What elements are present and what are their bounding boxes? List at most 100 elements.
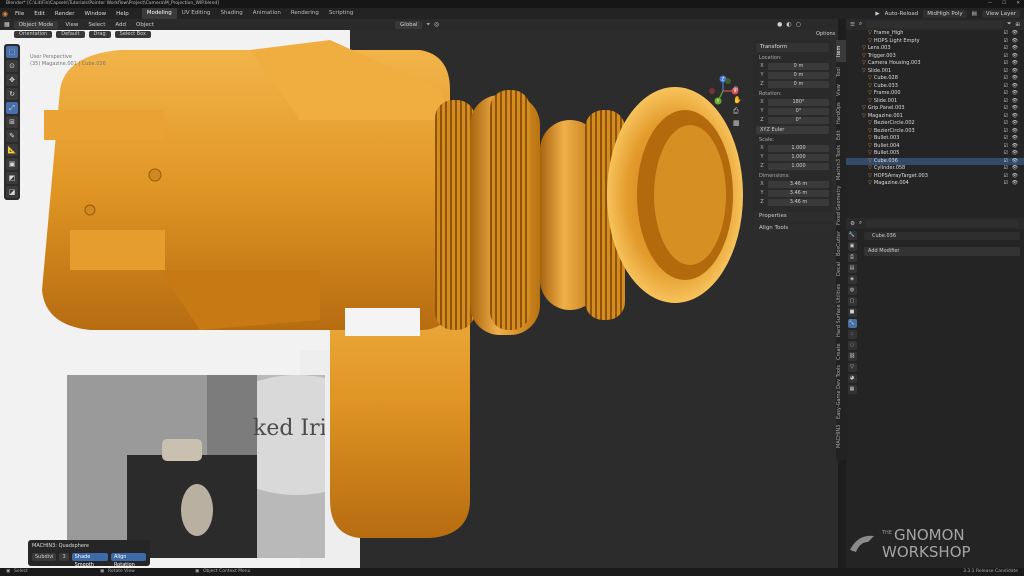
- outliner-row[interactable]: ▽ Frame_High ☑ 👁: [846, 30, 1024, 38]
- scale-tool-icon[interactable]: ⤢: [6, 102, 18, 114]
- outliner-row[interactable]: ▽ HOPS Light Empty ☑ 👁: [846, 38, 1024, 46]
- transform-tool-icon[interactable]: ⊞: [6, 116, 18, 128]
- data-props-icon[interactable]: ▽: [847, 363, 857, 372]
- select-box-dropdown[interactable]: Select Box: [114, 31, 151, 38]
- outliner-row[interactable]: ▽ Bullet.005 ☑ 👁: [846, 150, 1024, 158]
- orientation-dropdown[interactable]: Orientation: [14, 31, 53, 38]
- camera-view-icon[interactable]: ⎙: [733, 107, 742, 116]
- editor-type-icon[interactable]: ▦: [4, 21, 10, 28]
- tab-hardops[interactable]: HardOps: [836, 100, 846, 126]
- menu-object[interactable]: Object: [133, 22, 157, 28]
- scale-z-field[interactable]: 1.000: [768, 162, 829, 170]
- exclude-checkbox-icon[interactable]: ☑: [1004, 90, 1008, 98]
- outliner-row[interactable]: ▽ Magazine.004 ☑ 👁: [846, 180, 1024, 188]
- visibility-eye-icon[interactable]: 👁: [1012, 158, 1018, 166]
- outliner-row[interactable]: ▽ Camera Housing.003 ☑ 👁: [846, 60, 1024, 68]
- cursor-tool-icon[interactable]: ⊙: [6, 60, 18, 72]
- visibility-eye-icon[interactable]: 👁: [1012, 113, 1018, 121]
- outliner-row[interactable]: ▽ Cylinder.058 ☑ 👁: [846, 165, 1024, 173]
- shade-smooth-toggle[interactable]: Shade Smooth: [71, 553, 108, 568]
- location-z-field[interactable]: 0 m: [768, 80, 829, 88]
- visibility-eye-icon[interactable]: 👁: [1012, 165, 1018, 173]
- tab-view[interactable]: View: [836, 82, 846, 98]
- exclude-checkbox-icon[interactable]: ☑: [1004, 135, 1008, 143]
- location-y-field[interactable]: 0 m: [768, 71, 829, 79]
- scale-x-field[interactable]: 1.000: [768, 144, 829, 152]
- exclude-checkbox-icon[interactable]: ☑: [1004, 83, 1008, 91]
- auto-reload-toggle[interactable]: Auto-Reload: [885, 11, 919, 17]
- default-dropdown[interactable]: Default: [56, 31, 85, 38]
- zoom-icon[interactable]: ⊕: [733, 85, 742, 93]
- shading-material-icon[interactable]: ◐: [786, 21, 791, 28]
- visibility-eye-icon[interactable]: 👁: [1012, 53, 1018, 61]
- exclude-checkbox-icon[interactable]: ☑: [1004, 105, 1008, 113]
- visibility-eye-icon[interactable]: 👁: [1012, 38, 1018, 46]
- visibility-eye-icon[interactable]: 👁: [1012, 180, 1018, 188]
- outliner-search-field[interactable]: [866, 21, 1003, 28]
- exclude-checkbox-icon[interactable]: ☑: [1004, 158, 1008, 166]
- exclude-checkbox-icon[interactable]: ☑: [1004, 98, 1008, 106]
- visibility-eye-icon[interactable]: 👁: [1012, 120, 1018, 128]
- collection-props-icon[interactable]: ▢: [847, 297, 857, 306]
- align-tools-subpanel[interactable]: Align Tools: [753, 224, 832, 233]
- outliner-row[interactable]: ▽ Slide.001 ☑ 👁: [846, 98, 1024, 106]
- menu-help[interactable]: Help: [111, 11, 134, 17]
- particles-props-icon[interactable]: ∴: [847, 330, 857, 339]
- menu-edit[interactable]: Edit: [29, 11, 50, 17]
- tool-props-icon[interactable]: 🔧: [847, 231, 857, 240]
- visibility-eye-icon[interactable]: 👁: [1012, 45, 1018, 53]
- snap-icon[interactable]: ⌖: [426, 21, 429, 29]
- play-icon[interactable]: ▶: [875, 11, 879, 17]
- exclude-checkbox-icon[interactable]: ☑: [1004, 128, 1008, 136]
- add-modifier-button[interactable]: Add Modifier: [864, 247, 1020, 256]
- exclude-checkbox-icon[interactable]: ☑: [1004, 150, 1008, 158]
- exclude-checkbox-icon[interactable]: ☑: [1004, 30, 1008, 38]
- shading-solid-icon[interactable]: ●: [777, 21, 782, 28]
- 3d-viewport[interactable]: User Perspective (35) Magazine.001 | Cub…: [0, 19, 838, 568]
- outliner-row[interactable]: ▽ Bullet.003 ☑ 👁: [846, 135, 1024, 143]
- tab-item[interactable]: Item: [836, 40, 846, 62]
- transform-orientation-selector[interactable]: Global: [394, 20, 423, 29]
- dimensions-x-field[interactable]: 3.46 m: [768, 180, 829, 188]
- exclude-checkbox-icon[interactable]: ☑: [1004, 53, 1008, 61]
- drag-dropdown[interactable]: Drag: [88, 31, 111, 38]
- menu-file[interactable]: File: [10, 11, 29, 17]
- select-tool-icon[interactable]: ⬚: [6, 46, 18, 58]
- scene-selector[interactable]: MidHigh Poly: [923, 9, 967, 18]
- scale-y-field[interactable]: 1.000: [768, 153, 829, 161]
- exclude-checkbox-icon[interactable]: ☑: [1004, 165, 1008, 173]
- outliner-row[interactable]: ▽ Grip.Panel.003 ☑ 👁: [846, 105, 1024, 113]
- maximize-icon[interactable]: ☐: [1002, 0, 1006, 8]
- tab-easy-game-dev-tools[interactable]: Easy-Game Dev Tools: [836, 364, 846, 420]
- menu-select[interactable]: Select: [85, 22, 108, 28]
- rotation-x-field[interactable]: 180°: [768, 98, 829, 106]
- measure-tool-icon[interactable]: 📐: [6, 144, 18, 156]
- menu-render[interactable]: Render: [50, 11, 80, 17]
- outliner-row[interactable]: ▽ Cube.028 ☑ 👁: [846, 75, 1024, 83]
- rotation-mode-dropdown[interactable]: XYZ Euler: [756, 126, 829, 134]
- workspace-tab-animation[interactable]: Animation: [248, 8, 286, 19]
- exclude-checkbox-icon[interactable]: ☑: [1004, 75, 1008, 83]
- tab-machin3-tools[interactable]: Machin3 Tools: [836, 144, 846, 182]
- visibility-eye-icon[interactable]: 👁: [1012, 30, 1018, 38]
- new-collection-icon[interactable]: ⊞: [1015, 22, 1020, 28]
- transform-panel-header[interactable]: Transform: [756, 43, 829, 52]
- add-cube-tool-icon[interactable]: ▣: [6, 158, 18, 170]
- exclude-checkbox-icon[interactable]: ☑: [1004, 60, 1008, 68]
- tab-hard-surface-utilities[interactable]: Hard Surface Utilities: [836, 280, 846, 340]
- visibility-eye-icon[interactable]: 👁: [1012, 135, 1018, 143]
- outliner-row[interactable]: ▽ HOPSArrayTarget.003 ☑ 👁: [846, 173, 1024, 181]
- tab-boxcutter[interactable]: BoxCutter: [836, 228, 846, 258]
- workspace-tab-scripting[interactable]: Scripting: [324, 8, 358, 19]
- move-tool-icon[interactable]: ✥: [6, 74, 18, 86]
- outliner-row[interactable]: ▽ Magazine.001 ☑ 👁: [846, 113, 1024, 121]
- properties-search-field[interactable]: [866, 220, 1018, 227]
- scene-props-icon[interactable]: ◈: [847, 275, 857, 284]
- properties-search-icon[interactable]: ⌕: [859, 220, 862, 227]
- view-layer-props-icon[interactable]: ▤: [847, 264, 857, 273]
- minimize-icon[interactable]: —: [988, 0, 993, 8]
- render-props-icon[interactable]: ▣: [847, 242, 857, 251]
- texture-props-icon[interactable]: ▦: [847, 385, 857, 394]
- proportional-icon[interactable]: ◎: [434, 21, 439, 28]
- exclude-checkbox-icon[interactable]: ☑: [1004, 120, 1008, 128]
